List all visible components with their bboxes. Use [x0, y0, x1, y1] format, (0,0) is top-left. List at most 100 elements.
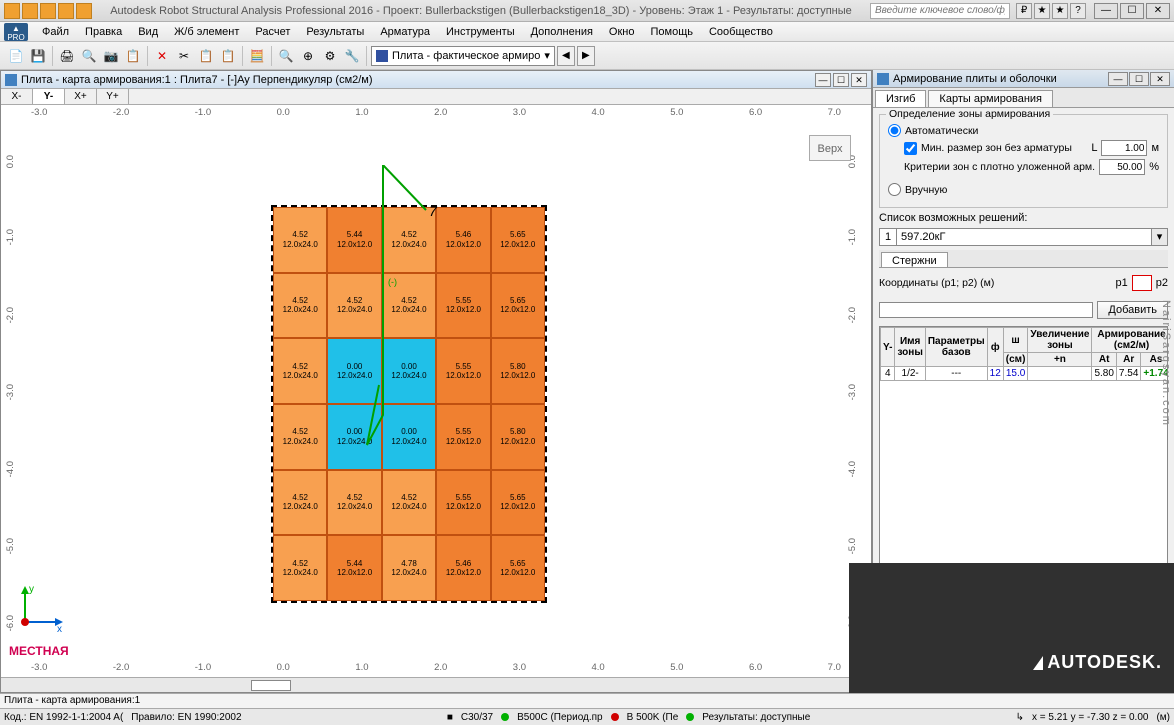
capture-icon[interactable]: 📷	[101, 46, 121, 66]
slab-cell[interactable]: 4.7812.0x24.0	[382, 535, 436, 601]
slab-cell[interactable]: 5.5512.0x12.0	[436, 273, 490, 339]
search-input[interactable]	[870, 3, 1010, 19]
slab-cell[interactable]: 4.5212.0x24.0	[273, 535, 327, 601]
options-icon[interactable]: ⚙	[320, 46, 340, 66]
slab-cell[interactable]: 5.8012.0x12.0	[491, 338, 545, 404]
zoom-all-icon[interactable]: ⊕	[298, 46, 318, 66]
delete-icon[interactable]: ✕	[152, 46, 172, 66]
slab-cell[interactable]: 4.5212.0x24.0	[382, 273, 436, 339]
radio-auto[interactable]	[888, 124, 901, 137]
slab-cell[interactable]: 5.4612.0x12.0	[436, 207, 490, 273]
coord-field[interactable]	[879, 302, 1093, 318]
panel-minimize-button[interactable]: —	[1108, 72, 1128, 86]
rebar-table[interactable]: Y- Имя зоны Параметры базов ф ш Увеличен…	[880, 327, 1168, 381]
table-row[interactable]: 4 1/2- --- 12 15.0 5.80 7.54 +1.74	[881, 367, 1169, 381]
menu-tools[interactable]: Инструменты	[438, 24, 523, 40]
p1-input[interactable]	[1132, 275, 1152, 291]
criteria-input[interactable]	[1099, 159, 1145, 175]
display-combo[interactable]: Плита - фактическое армиро ▾	[371, 46, 555, 66]
wrench-icon[interactable]: 🔧	[342, 46, 362, 66]
slab-cell[interactable]: 5.4412.0x12.0	[327, 535, 381, 601]
help-icon[interactable]: ?	[1070, 3, 1086, 19]
tab-bending[interactable]: Изгиб	[875, 90, 926, 107]
top-view-button[interactable]: Верх	[809, 135, 851, 161]
vp-minimize-button[interactable]: —	[815, 73, 831, 87]
menu-rebar[interactable]: Арматура	[372, 24, 438, 40]
slab-cell[interactable]: 4.5212.0x24.0	[327, 273, 381, 339]
menu-edit[interactable]: Правка	[77, 24, 130, 40]
slab-cell[interactable]: 0.0012.0x24.0	[327, 338, 381, 404]
slab-cell[interactable]: 4.5212.0x24.0	[273, 470, 327, 536]
tab-rods[interactable]: Стержни	[881, 252, 948, 267]
favorite-icon[interactable]: ★	[1052, 3, 1068, 19]
menu-view[interactable]: Вид	[130, 24, 166, 40]
slab-cell[interactable]: 5.4412.0x12.0	[327, 207, 381, 273]
chevron-down-icon[interactable]: ▾	[1152, 228, 1168, 246]
axis-xp[interactable]: X+	[65, 89, 97, 104]
slab-cell[interactable]: 5.6512.0x12.0	[491, 535, 545, 601]
slab-cell[interactable]: 5.5512.0x12.0	[436, 338, 490, 404]
slab-cell[interactable]: 0.0012.0x24.0	[382, 338, 436, 404]
vp-close-button[interactable]: ✕	[851, 73, 867, 87]
app-icon-4[interactable]	[58, 3, 74, 19]
slab-cell[interactable]: 4.5212.0x24.0	[273, 338, 327, 404]
clipboard-icon[interactable]: 📋	[123, 46, 143, 66]
paste-icon[interactable]: 📋	[218, 46, 238, 66]
menu-rc-element[interactable]: Ж/б элемент	[166, 24, 247, 40]
minimize-button[interactable]: —	[1094, 3, 1118, 19]
slab-cell[interactable]: 5.6512.0x12.0	[491, 273, 545, 339]
copy-icon[interactable]: 📋	[196, 46, 216, 66]
slab-cell[interactable]: 5.6512.0x12.0	[491, 207, 545, 273]
menu-addons[interactable]: Дополнения	[523, 24, 601, 40]
slab-cell[interactable]: 4.5212.0x24.0	[273, 207, 327, 273]
viewport-hscroll[interactable]	[1, 677, 871, 692]
tab-maps[interactable]: Карты армирования	[928, 90, 1053, 107]
zoom-icon[interactable]: 🔍	[276, 46, 296, 66]
maximize-button[interactable]: ☐	[1120, 3, 1144, 19]
menu-window[interactable]: Окно	[601, 24, 643, 40]
slab-cell[interactable]: 5.5512.0x12.0	[436, 404, 490, 470]
menu-help[interactable]: Помощь	[642, 24, 701, 40]
axis-xm[interactable]: X-	[1, 89, 33, 104]
slab-cell[interactable]: 0.0012.0x24.0	[327, 404, 381, 470]
solution-combo[interactable]: 1 597.20кГ ▾	[879, 228, 1168, 246]
radio-manual[interactable]	[888, 183, 901, 196]
signin-icon[interactable]: ₽	[1016, 3, 1032, 19]
menu-community[interactable]: Сообщество	[701, 24, 781, 40]
app-icon-3[interactable]	[40, 3, 56, 19]
new-icon[interactable]: 📄	[6, 46, 26, 66]
exchange-icon[interactable]: ★	[1034, 3, 1050, 19]
menu-file[interactable]: Файл	[34, 24, 77, 40]
slab-cell[interactable]: 4.5212.0x24.0	[382, 470, 436, 536]
add-button[interactable]: Добавить	[1097, 301, 1168, 319]
slab-cell[interactable]: 5.8012.0x12.0	[491, 404, 545, 470]
axis-yp[interactable]: Y+	[97, 89, 129, 104]
slab-cell[interactable]: 4.5212.0x24.0	[327, 470, 381, 536]
app-icon-5[interactable]	[76, 3, 92, 19]
slab-cell[interactable]: 4.5212.0x24.0	[273, 273, 327, 339]
axis-ym[interactable]: Y-	[33, 89, 65, 104]
preview-icon[interactable]: 🔍	[79, 46, 99, 66]
panel-maximize-button[interactable]: ☐	[1129, 72, 1149, 86]
slab-cell[interactable]: 5.6512.0x12.0	[491, 470, 545, 536]
app-icon-1[interactable]	[4, 3, 20, 19]
slab-cell[interactable]: 0.0012.0x24.0	[382, 404, 436, 470]
print-icon[interactable]: 🖨	[57, 46, 77, 66]
chk-minzone[interactable]	[904, 142, 917, 155]
slab-cell[interactable]: 4.5212.0x24.0	[273, 404, 327, 470]
prev-button[interactable]: ◀	[557, 46, 575, 66]
panel-close-button[interactable]: ✕	[1150, 72, 1170, 86]
l-input[interactable]	[1101, 140, 1147, 156]
slab-cell[interactable]: 5.5512.0x12.0	[436, 470, 490, 536]
next-button[interactable]: ▶	[577, 46, 595, 66]
save-icon[interactable]: 💾	[28, 46, 48, 66]
close-button[interactable]: ✕	[1146, 3, 1170, 19]
calc-icon[interactable]: 🧮	[247, 46, 267, 66]
viewport-canvas[interactable]: -3.0-2.0-1.00.01.02.03.04.05.06.07.0 -3.…	[1, 105, 871, 692]
vp-maximize-button[interactable]: ☐	[833, 73, 849, 87]
slab-cell[interactable]: 5.4612.0x12.0	[436, 535, 490, 601]
hscroll-thumb[interactable]	[251, 680, 291, 691]
menu-calc[interactable]: Расчет	[247, 24, 298, 40]
cut-icon[interactable]: ✂	[174, 46, 194, 66]
app-icon-2[interactable]	[22, 3, 38, 19]
